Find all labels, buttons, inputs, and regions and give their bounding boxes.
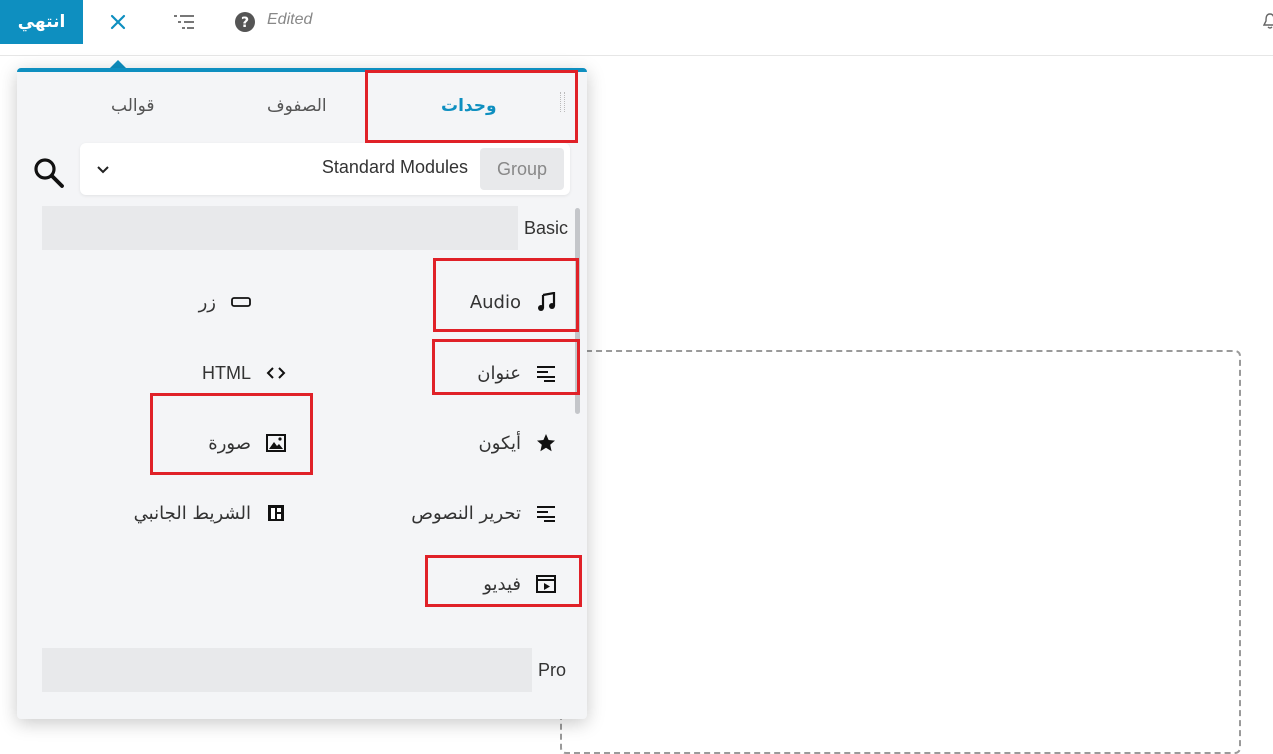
module-label: صورة: [208, 432, 251, 454]
section-label: Pro: [532, 648, 587, 692]
module-label: Audio: [469, 291, 521, 313]
module-label: تحرير النصوص: [411, 502, 521, 524]
module-label: فيديو: [483, 573, 521, 595]
drag-handle-icon[interactable]: [560, 92, 565, 112]
group-label: Group: [480, 148, 564, 190]
module-label: HTML: [202, 362, 251, 383]
module-html[interactable]: HTML: [202, 353, 287, 393]
top-toolbar: انتهي ? Edited: [0, 0, 1273, 56]
module-label: زر: [198, 291, 216, 313]
module-label: أيكون: [478, 432, 521, 454]
module-icon[interactable]: أيكون: [479, 423, 557, 463]
button-icon: [230, 291, 252, 313]
section-header-pro[interactable]: Pro: [42, 648, 587, 692]
image-icon: [265, 432, 287, 454]
module-label: عنوان: [477, 362, 521, 384]
module-image[interactable]: صورة: [208, 423, 287, 463]
module-sidebar[interactable]: الشريط الجانبي: [134, 493, 287, 533]
layout-drop-zone: [560, 350, 1241, 754]
help-icon[interactable]: ?: [233, 10, 257, 34]
panel-scrollbar[interactable]: [575, 208, 580, 414]
panel-pointer: [110, 60, 126, 68]
search-icon[interactable]: [33, 157, 65, 193]
chevron-down-icon: [96, 160, 110, 179]
tab-modules[interactable]: وحدات: [441, 96, 497, 116]
module-heading[interactable]: عنوان: [477, 353, 557, 393]
module-label: الشريط الجانبي: [133, 502, 251, 524]
module-video[interactable]: فيديو: [483, 564, 557, 604]
group-select[interactable]: Group Standard Modules: [80, 143, 570, 195]
done-button[interactable]: انتهي: [0, 0, 83, 44]
group-selected-value: Standard Modules: [321, 157, 468, 177]
sidebar-icon: [265, 502, 287, 524]
video-icon: [535, 573, 557, 595]
music-note-icon: [535, 291, 557, 313]
module-button[interactable]: زر: [199, 282, 252, 322]
star-icon: [535, 432, 557, 454]
bell-icon[interactable]: [1262, 12, 1273, 34]
tab-rows[interactable]: الصفوف: [267, 96, 327, 116]
code-icon: [265, 362, 287, 384]
edit-status-text: Edited: [267, 11, 313, 28]
module-text-editor[interactable]: تحرير النصوص: [411, 493, 557, 533]
outline-list-icon[interactable]: [172, 10, 196, 34]
close-icon[interactable]: [106, 10, 130, 34]
module-audio[interactable]: Audio: [470, 282, 557, 322]
svg-text:?: ?: [241, 15, 249, 31]
content-panel: وحدات الصفوف قوالب Group Standard Module…: [17, 68, 587, 719]
text-editor-icon: [535, 502, 557, 524]
heading-icon: [535, 362, 557, 384]
section-header-basic[interactable]: Basic: [42, 206, 587, 250]
tab-templates[interactable]: قوالب: [111, 96, 155, 116]
